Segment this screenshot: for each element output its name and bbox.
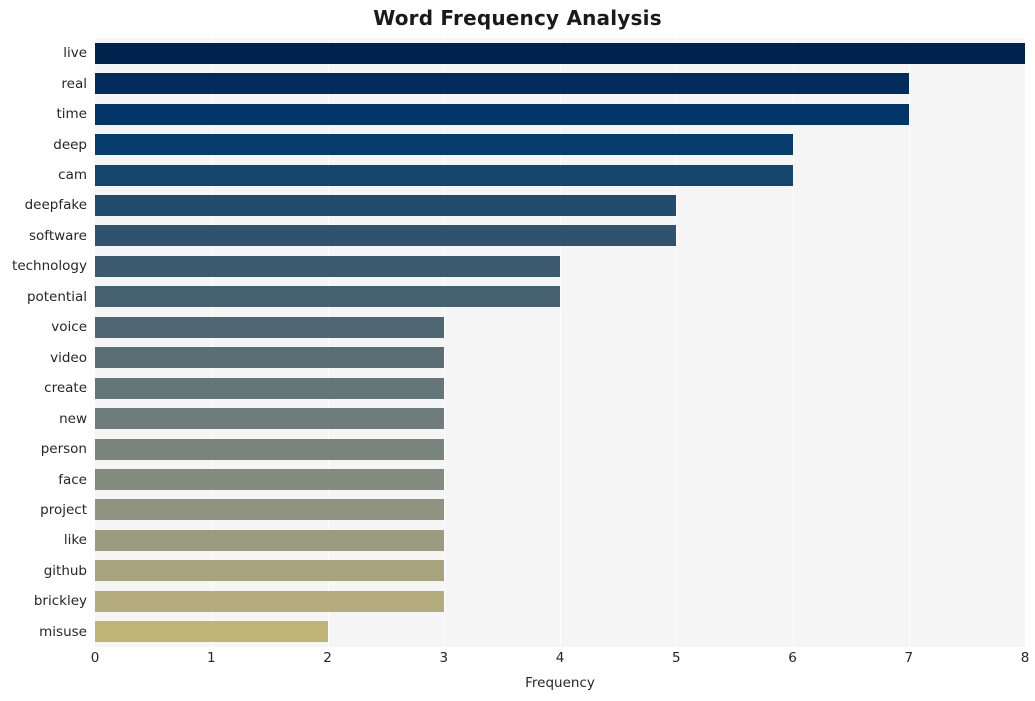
chart-title: Word Frequency Analysis: [373, 6, 662, 30]
bar: [95, 286, 560, 308]
y-tick-label-project: project: [40, 501, 87, 518]
bar: [95, 255, 560, 277]
y-tick-label-deepfake: deepfake: [24, 197, 87, 214]
bar: [95, 438, 444, 460]
y-tick-label-real: real: [61, 75, 87, 92]
x-axis-title: Frequency: [525, 675, 595, 691]
x-tick-label-6: 6: [788, 650, 797, 666]
y-tick-label-like: like: [63, 532, 87, 549]
y-tick-label-software: software: [29, 227, 87, 244]
y-tick-label-potential: potential: [26, 288, 87, 305]
bar: [95, 164, 793, 186]
x-tick-label-2: 2: [323, 650, 332, 666]
y-tick-label-time: time: [56, 106, 87, 123]
x-tick-label-3: 3: [439, 650, 449, 666]
plot-area: [95, 38, 1025, 647]
bar: [95, 621, 328, 643]
chart-figure: Word Frequency Analysis live real time deep…: [0, 0, 1035, 701]
bar: [95, 316, 444, 338]
x-tick-label-8: 8: [1020, 650, 1030, 666]
y-tick-label-video: video: [50, 349, 87, 366]
bar: [95, 103, 909, 125]
bar: [95, 347, 444, 369]
x-tick-label-4: 4: [555, 650, 565, 666]
bar: [95, 134, 793, 156]
bar: [95, 408, 444, 430]
bar: [95, 529, 444, 551]
bar: [95, 590, 444, 612]
y-tick-label-misuse: misuse: [39, 623, 87, 640]
bar: [95, 469, 444, 491]
y-tick-label-new: new: [59, 410, 87, 427]
y-tick-label-person: person: [40, 441, 87, 458]
bar: [95, 73, 909, 95]
x-axis-tick-labels: 0 1 2 3 4 5 6 7 8: [0, 650, 1035, 674]
y-tick-label-github: github: [43, 562, 87, 579]
bar: [95, 194, 677, 216]
y-tick-label-create: create: [44, 380, 87, 397]
bar: [95, 377, 444, 399]
y-tick-label-face: face: [58, 471, 87, 488]
y-tick-label-voice: voice: [51, 319, 87, 336]
x-tick-label-1: 1: [206, 650, 216, 666]
y-tick-label-deep: deep: [53, 136, 87, 153]
x-tick-label-5: 5: [671, 650, 681, 666]
y-tick-label-cam: cam: [58, 167, 87, 184]
y-axis-tick-labels: live real time deep cam deepfake software techn…: [0, 38, 87, 647]
y-tick-label-technology: technology: [12, 258, 87, 275]
y-tick-label-live: live: [63, 45, 87, 62]
bar: [95, 42, 1025, 64]
bar: [95, 499, 444, 521]
bar: [95, 560, 444, 582]
bar: [95, 225, 677, 247]
y-tick-label-brickley: brickley: [33, 593, 87, 610]
x-tick-label-7: 7: [904, 650, 914, 666]
x-tick-label-0: 0: [90, 650, 100, 666]
bar-series: [95, 38, 1025, 647]
